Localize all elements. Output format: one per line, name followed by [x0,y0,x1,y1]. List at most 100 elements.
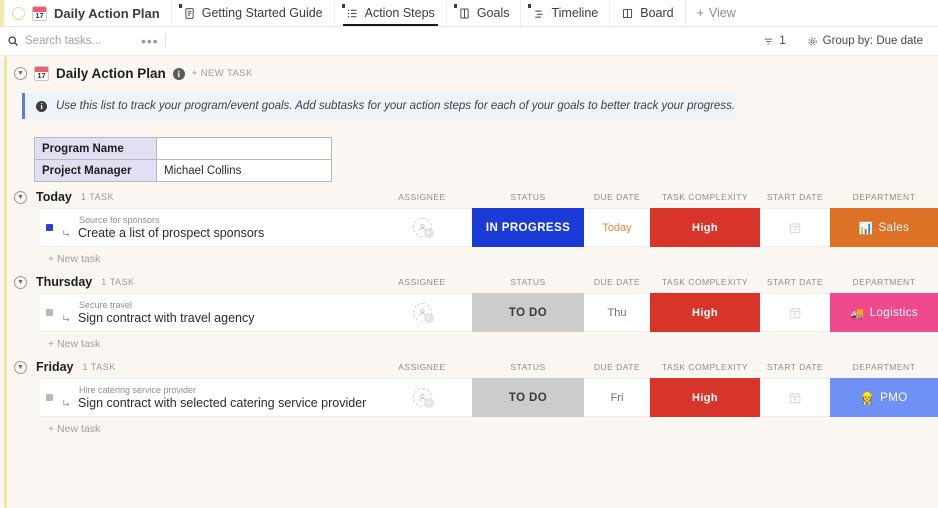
due-date-value[interactable]: Thu [608,307,627,319]
calendar-icon[interactable] [788,306,802,320]
due-date-cell[interactable]: Thu [584,294,650,331]
column-headers: ASSIGNEESTATUSDUE DATETASK COMPLEXITYSTA… [372,362,938,372]
add-task-button[interactable]: + New task [48,332,938,352]
search-input[interactable] [25,35,135,47]
start-date-cell[interactable] [760,209,830,246]
filter-button[interactable]: 1 [756,32,792,50]
due-date-cell[interactable]: Fri [584,379,650,416]
department-badge[interactable]: 🚚 Logistics [830,293,938,332]
department-cell[interactable]: 👷 PMO [830,379,938,416]
add-task-button[interactable]: + New task [48,417,938,437]
task-main[interactable]: Secure travel Sign contract with travel … [40,294,372,331]
group-header: ▼ Friday 1 TASK ASSIGNEESTATUSDUE DATETA… [0,356,938,378]
tab-timeline[interactable]: Timeline [521,0,610,26]
status-cell[interactable]: TO DO [472,294,584,331]
add-assignee-icon[interactable]: + [424,398,434,408]
status-badge[interactable]: TO DO [472,293,584,332]
tab-getting-started-guide[interactable]: Getting Started Guide [172,0,335,26]
department-badge[interactable]: 👷 PMO [830,378,938,417]
program-name-value[interactable] [157,138,332,160]
tab-goals[interactable]: Goals [447,0,522,26]
assignee-cell[interactable]: + [372,379,472,416]
table-row[interactable]: Source for sponsors Create a list of pro… [40,208,938,247]
table-row[interactable]: Hire catering service provider Sign cont… [40,378,938,417]
assignee-cell[interactable]: + [372,294,472,331]
status-cell[interactable]: IN PROGRESS [472,209,584,246]
collapse-group-icon[interactable]: ▼ [14,361,27,374]
column-header: DEPARTMENT [830,277,938,287]
group-icon [807,36,818,47]
status-cell[interactable]: TO DO [472,379,584,416]
status-badge[interactable]: TO DO [472,378,584,417]
program-info-table: Program Name Project Manager Michael Col… [34,137,332,182]
complexity-badge[interactable]: High [650,208,760,247]
add-assignee-icon[interactable]: + [424,313,434,323]
more-options-icon[interactable]: ••• [135,33,165,49]
add-view-button[interactable]: + View [686,0,747,26]
column-header: START DATE [760,362,830,372]
search-box[interactable] [7,35,135,47]
project-manager-value[interactable]: Michael Collins [157,160,332,182]
due-date-cell[interactable]: Today [584,209,650,246]
task-title[interactable]: Create a list of prospect sponsors [78,226,264,240]
info-icon: i [36,101,47,112]
start-date-cell[interactable] [760,379,830,416]
department-emoji-icon: 📊 [859,221,874,235]
status-badge[interactable]: IN PROGRESS [472,208,584,247]
department-badge[interactable]: 📊 Sales [830,208,938,247]
calendar-icon: 17 [34,66,49,81]
start-date-cell[interactable] [760,294,830,331]
parent-task-label: Hire catering service provider [61,385,366,395]
tab-action-steps[interactable]: Action Steps [335,0,447,26]
group-by-button[interactable]: Group by: Due date [800,32,930,50]
tab-dot-icon [454,4,457,8]
tab-daily-action-plan[interactable]: 17 Daily Action Plan [4,0,172,26]
new-task-button[interactable]: + NEW TASK [192,68,253,79]
complexity-badge[interactable]: High [650,378,760,417]
table-row: Program Name [35,138,332,160]
due-date-value[interactable]: Fri [611,392,624,404]
column-header: ASSIGNEE [372,192,472,202]
task-complexity-cell[interactable]: High [650,209,760,246]
task-complexity-cell[interactable]: High [650,379,760,416]
collapse-group-icon[interactable]: ▼ [14,276,27,289]
avatar[interactable]: + [413,388,432,407]
task-main[interactable]: Source for sponsors Create a list of pro… [40,209,372,246]
plus-icon: + [697,6,704,20]
calendar-icon[interactable] [788,221,802,235]
table-row[interactable]: Secure travel Sign contract with travel … [40,293,938,332]
due-date-value[interactable]: Today [602,222,631,234]
calendar-day-number: 17 [33,12,46,20]
column-header: DUE DATE [584,192,650,202]
assignee-cell[interactable]: + [372,209,472,246]
info-icon[interactable]: i [173,68,185,80]
task-title[interactable]: Sign contract with selected catering ser… [78,396,366,410]
complexity-badge[interactable]: High [650,293,760,332]
group-task-count: 1 TASK [101,277,134,287]
group-task-count: 1 TASK [83,362,116,372]
add-assignee-icon[interactable]: + [424,228,434,238]
tab-board[interactable]: Board [610,0,685,26]
subtask-icon [61,398,72,409]
collapse-list-icon[interactable]: ▼ [14,67,27,80]
program-name-label: Program Name [35,138,157,160]
collapse-group-icon[interactable]: ▼ [14,191,27,204]
column-header: STATUS [472,192,584,202]
tab-label: Timeline [551,6,598,20]
table-row: Project Manager Michael Collins [35,160,332,182]
column-header: TASK COMPLEXITY [650,192,760,202]
tab-dot-icon [179,4,182,8]
list-status-ring-icon [12,7,25,20]
department-cell[interactable]: 📊 Sales [830,209,938,246]
parent-task-label: Secure travel [61,300,254,310]
task-title[interactable]: Sign contract with travel agency [78,311,254,325]
avatar[interactable]: + [413,303,432,322]
department-cell[interactable]: 🚚 Logistics [830,294,938,331]
calendar-icon[interactable] [788,391,802,405]
search-icon [7,35,19,47]
task-main[interactable]: Hire catering service provider Sign cont… [40,379,372,416]
column-header: ASSIGNEE [372,277,472,287]
task-complexity-cell[interactable]: High [650,294,760,331]
avatar[interactable]: + [413,218,432,237]
add-task-button[interactable]: + New task [48,247,938,267]
